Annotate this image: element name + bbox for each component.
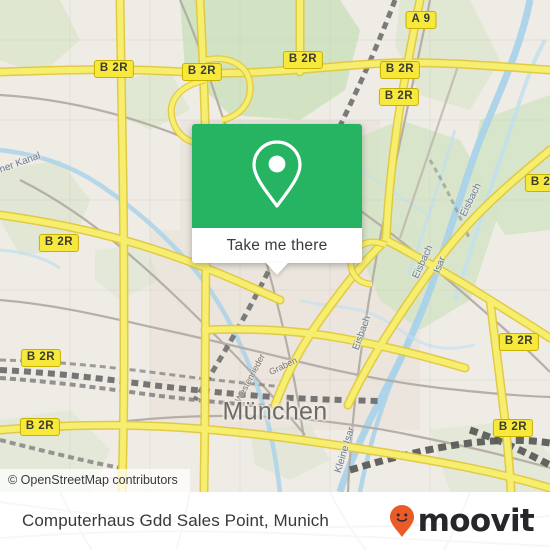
- road-shield: B 2R: [38, 234, 80, 252]
- road-shield: B 2R: [93, 60, 135, 78]
- popup-pin-panel: [192, 124, 362, 228]
- road-shield: B 2R: [19, 418, 61, 436]
- take-me-there-button[interactable]: Take me there: [192, 228, 362, 275]
- road-shield: B 2R: [492, 419, 534, 437]
- footer-bar: Computerhaus Gdd Sales Point, Munich moo…: [0, 492, 550, 550]
- road-shield: B 2R: [282, 51, 324, 69]
- map-pin-icon: [248, 137, 306, 216]
- location-title: Computerhaus Gdd Sales Point, Munich: [22, 511, 329, 530]
- moovit-smiley-pin-icon: [389, 504, 418, 538]
- popup-tail-arrow: [266, 263, 288, 275]
- screenshot-root: A 9 B 2R B 2R B 2R B 2R B 2R B 2R B 2R B 2R B 2R B…: [0, 0, 550, 550]
- road-shield: B 2R: [524, 174, 550, 192]
- osm-attribution[interactable]: © OpenStreetMap contributors: [0, 469, 190, 492]
- road-shield: B 2R: [379, 61, 421, 79]
- road-shield: B 2R: [20, 349, 62, 367]
- location-popup-card[interactable]: Take me there: [192, 124, 362, 275]
- take-me-there-label: Take me there: [226, 236, 328, 254]
- road-shield: B 2R: [181, 63, 223, 81]
- road-shield: B 2R: [498, 333, 540, 351]
- moovit-brand[interactable]: moovit: [389, 502, 535, 539]
- moovit-wordmark: moovit: [417, 502, 535, 539]
- road-shield: B 2R: [378, 88, 420, 106]
- road-shield: A 9: [405, 11, 437, 29]
